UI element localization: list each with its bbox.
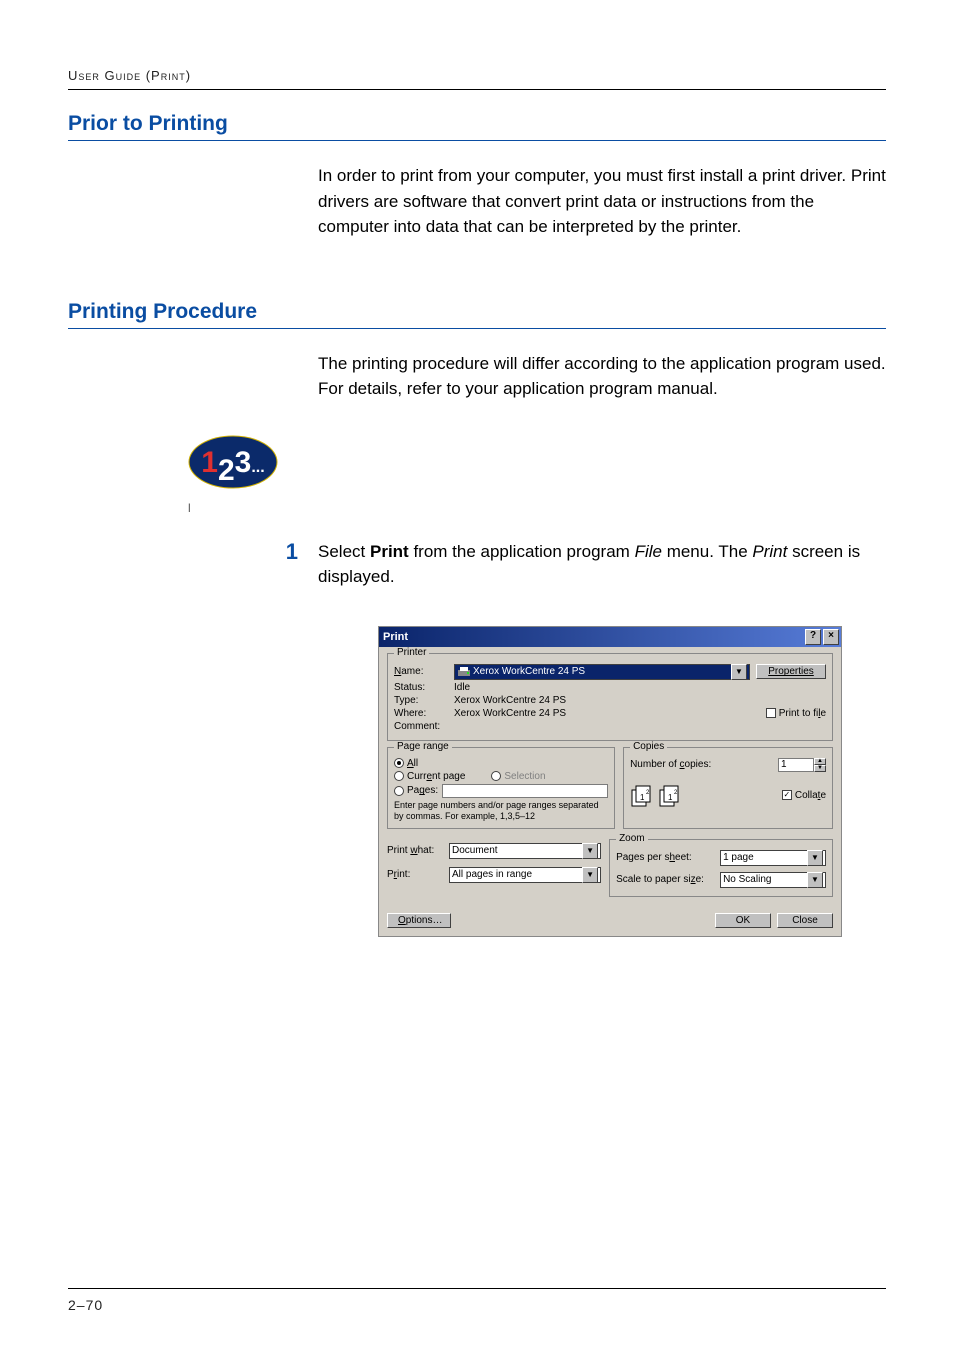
svg-text:1: 1 [640,793,645,802]
collate-label: Collate [795,790,826,801]
status-value: Idle [454,682,826,693]
range-copies-row: Page range All Current page Selection [387,747,833,835]
step-1-body: Select Print from the application progra… [318,539,886,590]
scale-value: No Scaling [723,872,771,888]
step-1: 1 Select Print from the application prog… [68,539,886,590]
comment-label: Comment: [394,721,454,732]
print-what-combo[interactable]: Document ▼ [449,843,601,859]
radio-current-page-label: Current page [407,771,465,782]
dialog-titlebar: Print ? × [379,627,841,647]
step1-text-c: menu. The [662,542,752,561]
dialog-button-row: Options… OK Close [387,913,833,928]
where-value: Xerox WorkCentre 24 PS [454,708,766,719]
close-button[interactable]: Close [777,913,833,928]
name-label: Name: [394,666,454,677]
step1-text-a: Select [318,542,370,561]
radio-pages-label: Pages: [407,785,438,796]
close-window-button[interactable]: × [823,629,839,645]
print-to-file-checkbox[interactable] [766,708,776,718]
pages-per-sheet-value: 1 page [723,850,754,866]
copies-legend: Copies [630,741,667,752]
dropdown-caret-icon: ▼ [807,850,823,866]
print-what-value: Document [452,843,498,859]
step1-file-italic: File [635,542,662,561]
step1-text-b: from the application program [409,542,635,561]
section-title-prior-to-printing: Prior to Printing [68,112,886,141]
dialog-body: Printer Name: Xerox WorkCentre 24 PS ▼ P… [379,647,841,936]
printer-legend: Printer [394,647,429,658]
printer-fieldset: Printer Name: Xerox WorkCentre 24 PS ▼ P… [387,653,833,741]
pages-input[interactable] [442,784,608,798]
copies-fieldset: Copies Number of copies: 1 ▲▼ [623,747,833,829]
num-copies-label: Number of copies: [630,759,711,770]
print-to-file-label: Print to file [779,708,826,719]
step-number-column: 1 [68,539,318,590]
dropdown-caret-icon: ▼ [582,867,598,883]
dropdown-caret-icon: ▼ [582,843,598,859]
radio-selection-label: Selection [504,771,545,782]
scale-label: Scale to paper size: [616,874,720,885]
collate-icon: 12 12 [630,780,684,811]
scale-combo[interactable]: No Scaling ▼ [720,872,826,888]
radio-all[interactable] [394,758,404,768]
radio-selection [491,771,501,781]
svg-text:1: 1 [668,793,673,802]
steps-badge: 123... l [178,432,886,515]
printer-name-value: Xerox WorkCentre 24 PS [473,664,585,680]
page-range-legend: Page range [394,741,452,752]
spinner-buttons[interactable]: ▲▼ [814,758,826,772]
zoom-legend: Zoom [616,833,648,844]
print-dialog: Print ? × Printer Name: Xerox WorkCentre… [378,626,842,937]
footer-rule [68,1288,886,1289]
status-label: Status: [394,682,454,693]
where-label: Where: [394,708,454,719]
help-button[interactable]: ? [805,629,821,645]
printwhat-col: Print what: Document ▼ Print: All pages … [387,839,601,903]
dropdown-caret-icon: ▼ [807,872,823,888]
print-to-file-option[interactable]: Print to file [766,708,826,719]
section-body-printing-procedure: The printing procedure will differ accor… [318,351,886,402]
radio-pages[interactable] [394,786,404,796]
step1-print-italic: Print [752,542,787,561]
printer-icon [457,666,471,678]
zoom-fieldset: Zoom Pages per sheet: 1 page ▼ Scale to … [609,839,833,897]
type-value: Xerox WorkCentre 24 PS [454,695,826,706]
num-copies-spinner[interactable]: 1 ▲▼ [778,758,826,772]
properties-button[interactable]: Properties [756,664,826,679]
print-what-label: Print what: [387,845,449,856]
step1-print-bold: Print [370,542,409,561]
step-number-1: 1 [286,539,298,564]
pages-per-sheet-combo[interactable]: 1 page ▼ [720,850,826,866]
type-label: Type: [394,695,454,706]
print-range-combo[interactable]: All pages in range ▼ [449,867,601,883]
num-copies-value[interactable]: 1 [778,758,814,772]
dropdown-caret-icon: ▼ [731,664,747,680]
collate-checkbox[interactable]: ✓ [782,790,792,800]
options-button[interactable]: Options… [387,913,451,928]
pages-per-sheet-label: Pages per sheet: [616,852,720,863]
dialog-title: Print [383,631,803,643]
radio-current-page[interactable] [394,771,404,781]
ok-button[interactable]: OK [715,913,771,928]
print-range-value: All pages in range [452,867,532,883]
page-range-fieldset: Page range All Current page Selection [387,747,615,829]
page-number: 2–70 [68,1297,103,1313]
radio-all-label: All [407,758,418,769]
section-title-printing-procedure: Printing Procedure [68,300,886,329]
page: User Guide (Print) Prior to Printing In … [0,0,954,1351]
printer-name-combo[interactable]: Xerox WorkCentre 24 PS ▼ [454,664,750,680]
print-range-label: Print: [387,869,449,880]
spacer [68,270,886,290]
section-body-prior-to-printing: In order to print from your computer, yo… [318,163,886,240]
printwhat-zoom-row: Print what: Document ▼ Print: All pages … [387,839,833,903]
badge-123-icon: 123... [178,432,288,492]
running-header: User Guide (Print) [68,68,886,90]
pages-help-text: Enter page numbers and/or page ranges se… [394,800,608,822]
